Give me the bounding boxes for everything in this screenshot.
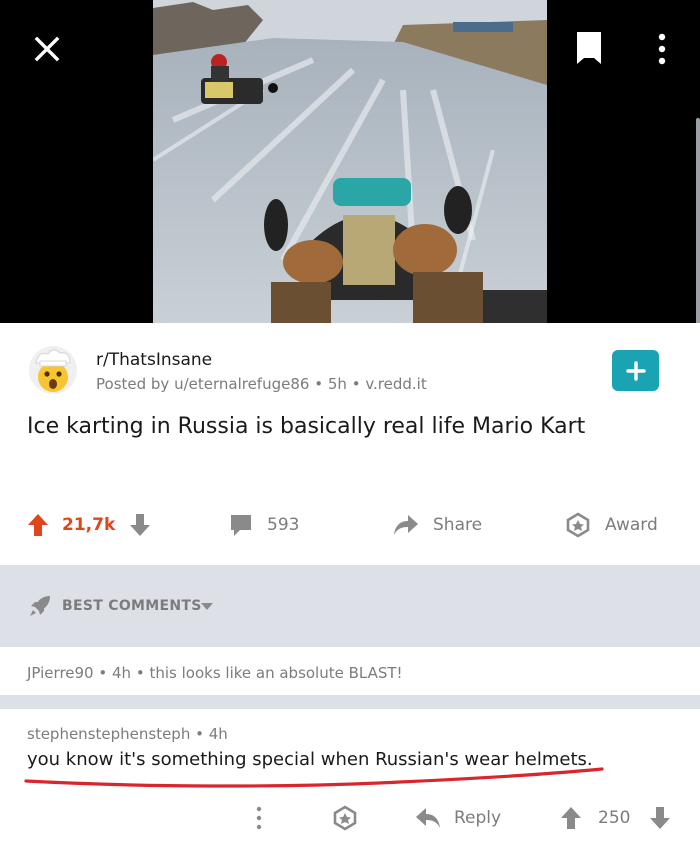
close-button[interactable] <box>28 30 66 68</box>
comment-author[interactable]: stephenstephensteph <box>27 725 190 743</box>
bookmark-button[interactable] <box>570 28 608 68</box>
comment-downvote-button[interactable] <box>648 800 672 836</box>
award-icon <box>566 512 590 538</box>
ice-karting-video-image <box>153 0 547 323</box>
red-underline-annotation <box>24 767 604 788</box>
reply-arrow-icon <box>416 808 440 828</box>
comment-more-button[interactable] <box>255 800 263 836</box>
comment-author[interactable]: JPierre90 <box>27 664 94 682</box>
comment-age: 4h <box>112 664 132 682</box>
upvote-arrow-icon <box>561 807 581 829</box>
downvote-button[interactable] <box>128 505 152 545</box>
more-vertical-icon <box>658 33 666 65</box>
bookmark-icon <box>577 32 601 64</box>
comment-upvote-button[interactable] <box>559 800 583 836</box>
award-label[interactable]: Award <box>605 505 658 545</box>
join-subreddit-button[interactable] <box>612 350 659 391</box>
comment-meta: stephenstephensteph • 4h <box>27 725 228 743</box>
video-frame[interactable] <box>153 0 547 323</box>
comment-preview: this looks like an absolute BLAST! <box>149 664 403 682</box>
meta-dot: • <box>98 664 112 682</box>
comment-award-button[interactable] <box>332 800 358 836</box>
upvote-button[interactable] <box>26 505 50 545</box>
post-age: 5h <box>327 375 347 393</box>
award-icon <box>333 805 357 831</box>
meta-dot: • <box>135 664 150 682</box>
post-meta: Posted by u/eternalrefuge86 • 5h • v.red… <box>96 375 427 393</box>
share-arrow-icon <box>394 515 418 535</box>
reply-label[interactable]: Reply <box>454 800 501 836</box>
post-actions-bar: 21,7k 593 Share Award <box>0 505 700 545</box>
upvote-count: 21,7k <box>62 515 116 535</box>
share-button[interactable] <box>392 505 420 545</box>
comment-divider <box>0 695 700 709</box>
sort-rocket[interactable] <box>28 594 52 618</box>
subreddit-name[interactable]: r/ThatsInsane <box>96 350 212 370</box>
comment-age: 4h <box>208 725 228 743</box>
caret-down-icon <box>201 602 213 610</box>
downvote-arrow-icon <box>650 807 670 829</box>
rocket-icon <box>30 596 50 616</box>
subreddit-avatar[interactable] <box>28 345 78 395</box>
share-label[interactable]: Share <box>433 505 482 545</box>
plus-icon <box>625 360 646 381</box>
upvote-arrow-icon <box>28 514 48 536</box>
more-options-button[interactable] <box>646 30 678 68</box>
meta-dot: • <box>351 375 366 393</box>
shocked-chef-icon <box>29 346 77 394</box>
comment-bubble-icon <box>231 515 251 536</box>
comment-count: 593 <box>267 515 300 535</box>
comment-actions-bar: Reply 250 <box>0 800 700 836</box>
downvote-arrow-icon <box>130 514 150 536</box>
reply-button[interactable] <box>414 800 442 836</box>
close-icon <box>34 36 60 62</box>
award-button[interactable] <box>565 505 591 545</box>
sort-label[interactable]: BEST COMMENTS <box>62 598 202 614</box>
post-domain[interactable]: v.redd.it <box>365 375 426 393</box>
sort-dropdown[interactable] <box>199 600 215 612</box>
meta-dot: • <box>195 725 209 743</box>
post-title: Ice karting in Russia is basically real … <box>27 414 586 439</box>
meta-dot: • <box>314 375 328 393</box>
comment-collapsed-line[interactable]: JPierre90 • 4h • this looks like an abso… <box>27 664 403 682</box>
post-author[interactable]: Posted by u/eternalrefuge86 <box>96 375 309 393</box>
comment-score: 250 <box>598 808 631 828</box>
more-vertical-icon <box>256 806 262 830</box>
comments-button[interactable] <box>228 505 254 545</box>
